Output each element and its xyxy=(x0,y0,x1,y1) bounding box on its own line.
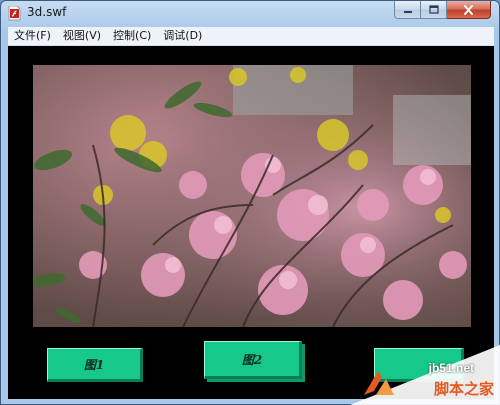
window-title: 3d.swf xyxy=(27,5,67,19)
minimize-icon xyxy=(403,10,412,13)
menu-debug[interactable]: 调试(D) xyxy=(157,27,208,45)
watermark-brand: 脚本之家 xyxy=(433,380,494,398)
image-2-button[interactable]: 图2 xyxy=(204,341,302,379)
menu-bar: 文件(F) 视图(V) 控制(C) 调试(D) xyxy=(8,27,494,46)
title-bar[interactable]: 3d.swf xyxy=(1,1,499,25)
script-house-logo-icon xyxy=(364,371,394,395)
flash-document-icon xyxy=(8,6,21,21)
maximize-icon xyxy=(428,5,439,14)
flowering-tree-photo xyxy=(33,65,471,327)
minimize-button[interactable] xyxy=(394,1,421,19)
menu-control[interactable]: 控制(C) xyxy=(107,27,157,45)
close-button[interactable] xyxy=(447,1,491,19)
menu-view[interactable]: 视图(V) xyxy=(57,27,107,45)
close-icon xyxy=(464,4,473,15)
watermark: jb51.net 脚本之家 xyxy=(350,345,500,405)
menu-file[interactable]: 文件(F) xyxy=(8,27,57,45)
photo-image xyxy=(33,65,471,327)
maximize-button[interactable] xyxy=(421,1,447,19)
caption-buttons xyxy=(394,1,491,19)
image-1-button[interactable]: 图1 xyxy=(47,348,143,382)
watermark-site: jb51.net xyxy=(428,361,474,375)
image-2-button-label: 图2 xyxy=(241,352,263,367)
image-1-button-label: 图1 xyxy=(83,357,105,372)
